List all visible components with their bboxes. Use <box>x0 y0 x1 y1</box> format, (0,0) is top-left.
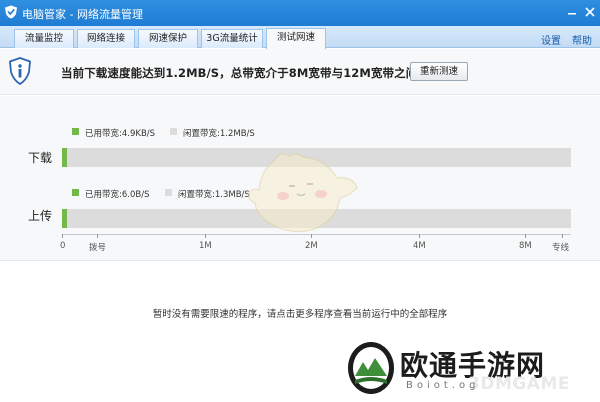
tab-label: 网速保护 <box>148 33 187 44</box>
used-legend-swatch <box>72 189 79 196</box>
no-limit-programs-message: 暂时没有需要限速的程序，请点击更多程序查看当前运行中的全部程序 <box>152 309 448 320</box>
title-separator: - <box>66 8 77 21</box>
upload-used-label: 已用带宽:6.0B/S <box>85 190 150 200</box>
axis-tick <box>205 234 206 238</box>
speed-result-panel: 当前下载速度能达到1.2MB/S，总带宽介于8M宽带与12M宽带之间 <box>0 49 600 95</box>
axis-label-4m: 4M <box>413 241 426 251</box>
minimize-button[interactable] <box>564 4 580 20</box>
tab-speed-test[interactable]: 测试网速 <box>266 28 326 49</box>
download-idle-label: 闲置带宽:1.2MB/S <box>183 129 255 139</box>
info-shield-icon <box>9 57 31 85</box>
tab-3g-traffic-stats[interactable]: 3G流量统计 <box>201 29 263 48</box>
axis-label-2m: 2M <box>305 241 318 251</box>
axis-label-8m: 8M <box>519 241 532 251</box>
axis-label-dialup: 拨号 <box>89 243 107 253</box>
watermark: 欧通手游网 3DMGAME Boiot.og <box>346 340 596 400</box>
tab-speed-protection[interactable]: 网速保护 <box>138 29 198 48</box>
download-row-label: 下载 <box>28 151 53 165</box>
close-button[interactable] <box>582 4 598 20</box>
watermark-sub: Boiot.og <box>406 380 480 391</box>
mascot-image <box>248 153 358 233</box>
app-shield-icon <box>5 5 17 19</box>
close-icon <box>585 7 595 17</box>
tab-bar: 流量监控 网络连接 网速保护 3G流量统计 测试网速 设置 帮助 <box>0 26 600 49</box>
used-legend-swatch <box>72 128 79 135</box>
tab-label: 3G流量统计 <box>206 33 258 44</box>
axis-tick <box>419 234 420 238</box>
upload-row-label: 上传 <box>28 209 53 223</box>
help-link[interactable]: 帮助 <box>572 32 592 47</box>
axis-tick <box>62 234 63 238</box>
axis-label-1m: 1M <box>199 241 212 251</box>
minimize-icon <box>568 13 576 15</box>
watermark-overlay-text: 3DMGAME <box>468 374 570 394</box>
speed-headline: 当前下载速度能达到1.2MB/S，总带宽介于8M宽带与12M宽带之间 <box>61 66 418 80</box>
tab-traffic-monitor[interactable]: 流量监控 <box>14 29 74 48</box>
settings-link[interactable]: 设置 <box>541 32 561 47</box>
axis-label-leased-line: 专线 <box>552 243 570 253</box>
download-used-fill <box>62 148 67 167</box>
watermark-logo-icon <box>348 342 394 394</box>
axis-tick <box>562 234 563 238</box>
axis-tick <box>97 234 98 238</box>
axis-label-0: 0 <box>60 241 66 251</box>
tab-label: 网络连接 <box>86 33 125 44</box>
tab-label: 测试网速 <box>276 32 315 43</box>
retest-button[interactable]: 重新测速 <box>410 62 468 81</box>
window-title: 电脑管家 - 网络流量管理 <box>22 6 143 22</box>
tab-label: 流量监控 <box>24 33 63 44</box>
upload-idle-label: 闲置带宽:1.3MB/S <box>178 190 250 200</box>
window-subtitle: 网络流量管理 <box>76 8 143 21</box>
axis-tick <box>525 234 526 238</box>
idle-legend-swatch <box>170 128 177 135</box>
app-name: 电脑管家 <box>22 8 66 21</box>
tab-network-connections[interactable]: 网络连接 <box>77 29 135 48</box>
idle-legend-swatch <box>165 189 172 196</box>
upload-used-fill <box>62 209 67 228</box>
download-used-label: 已用带宽:4.9KB/S <box>85 129 156 139</box>
title-bar: 电脑管家 - 网络流量管理 <box>0 0 600 26</box>
